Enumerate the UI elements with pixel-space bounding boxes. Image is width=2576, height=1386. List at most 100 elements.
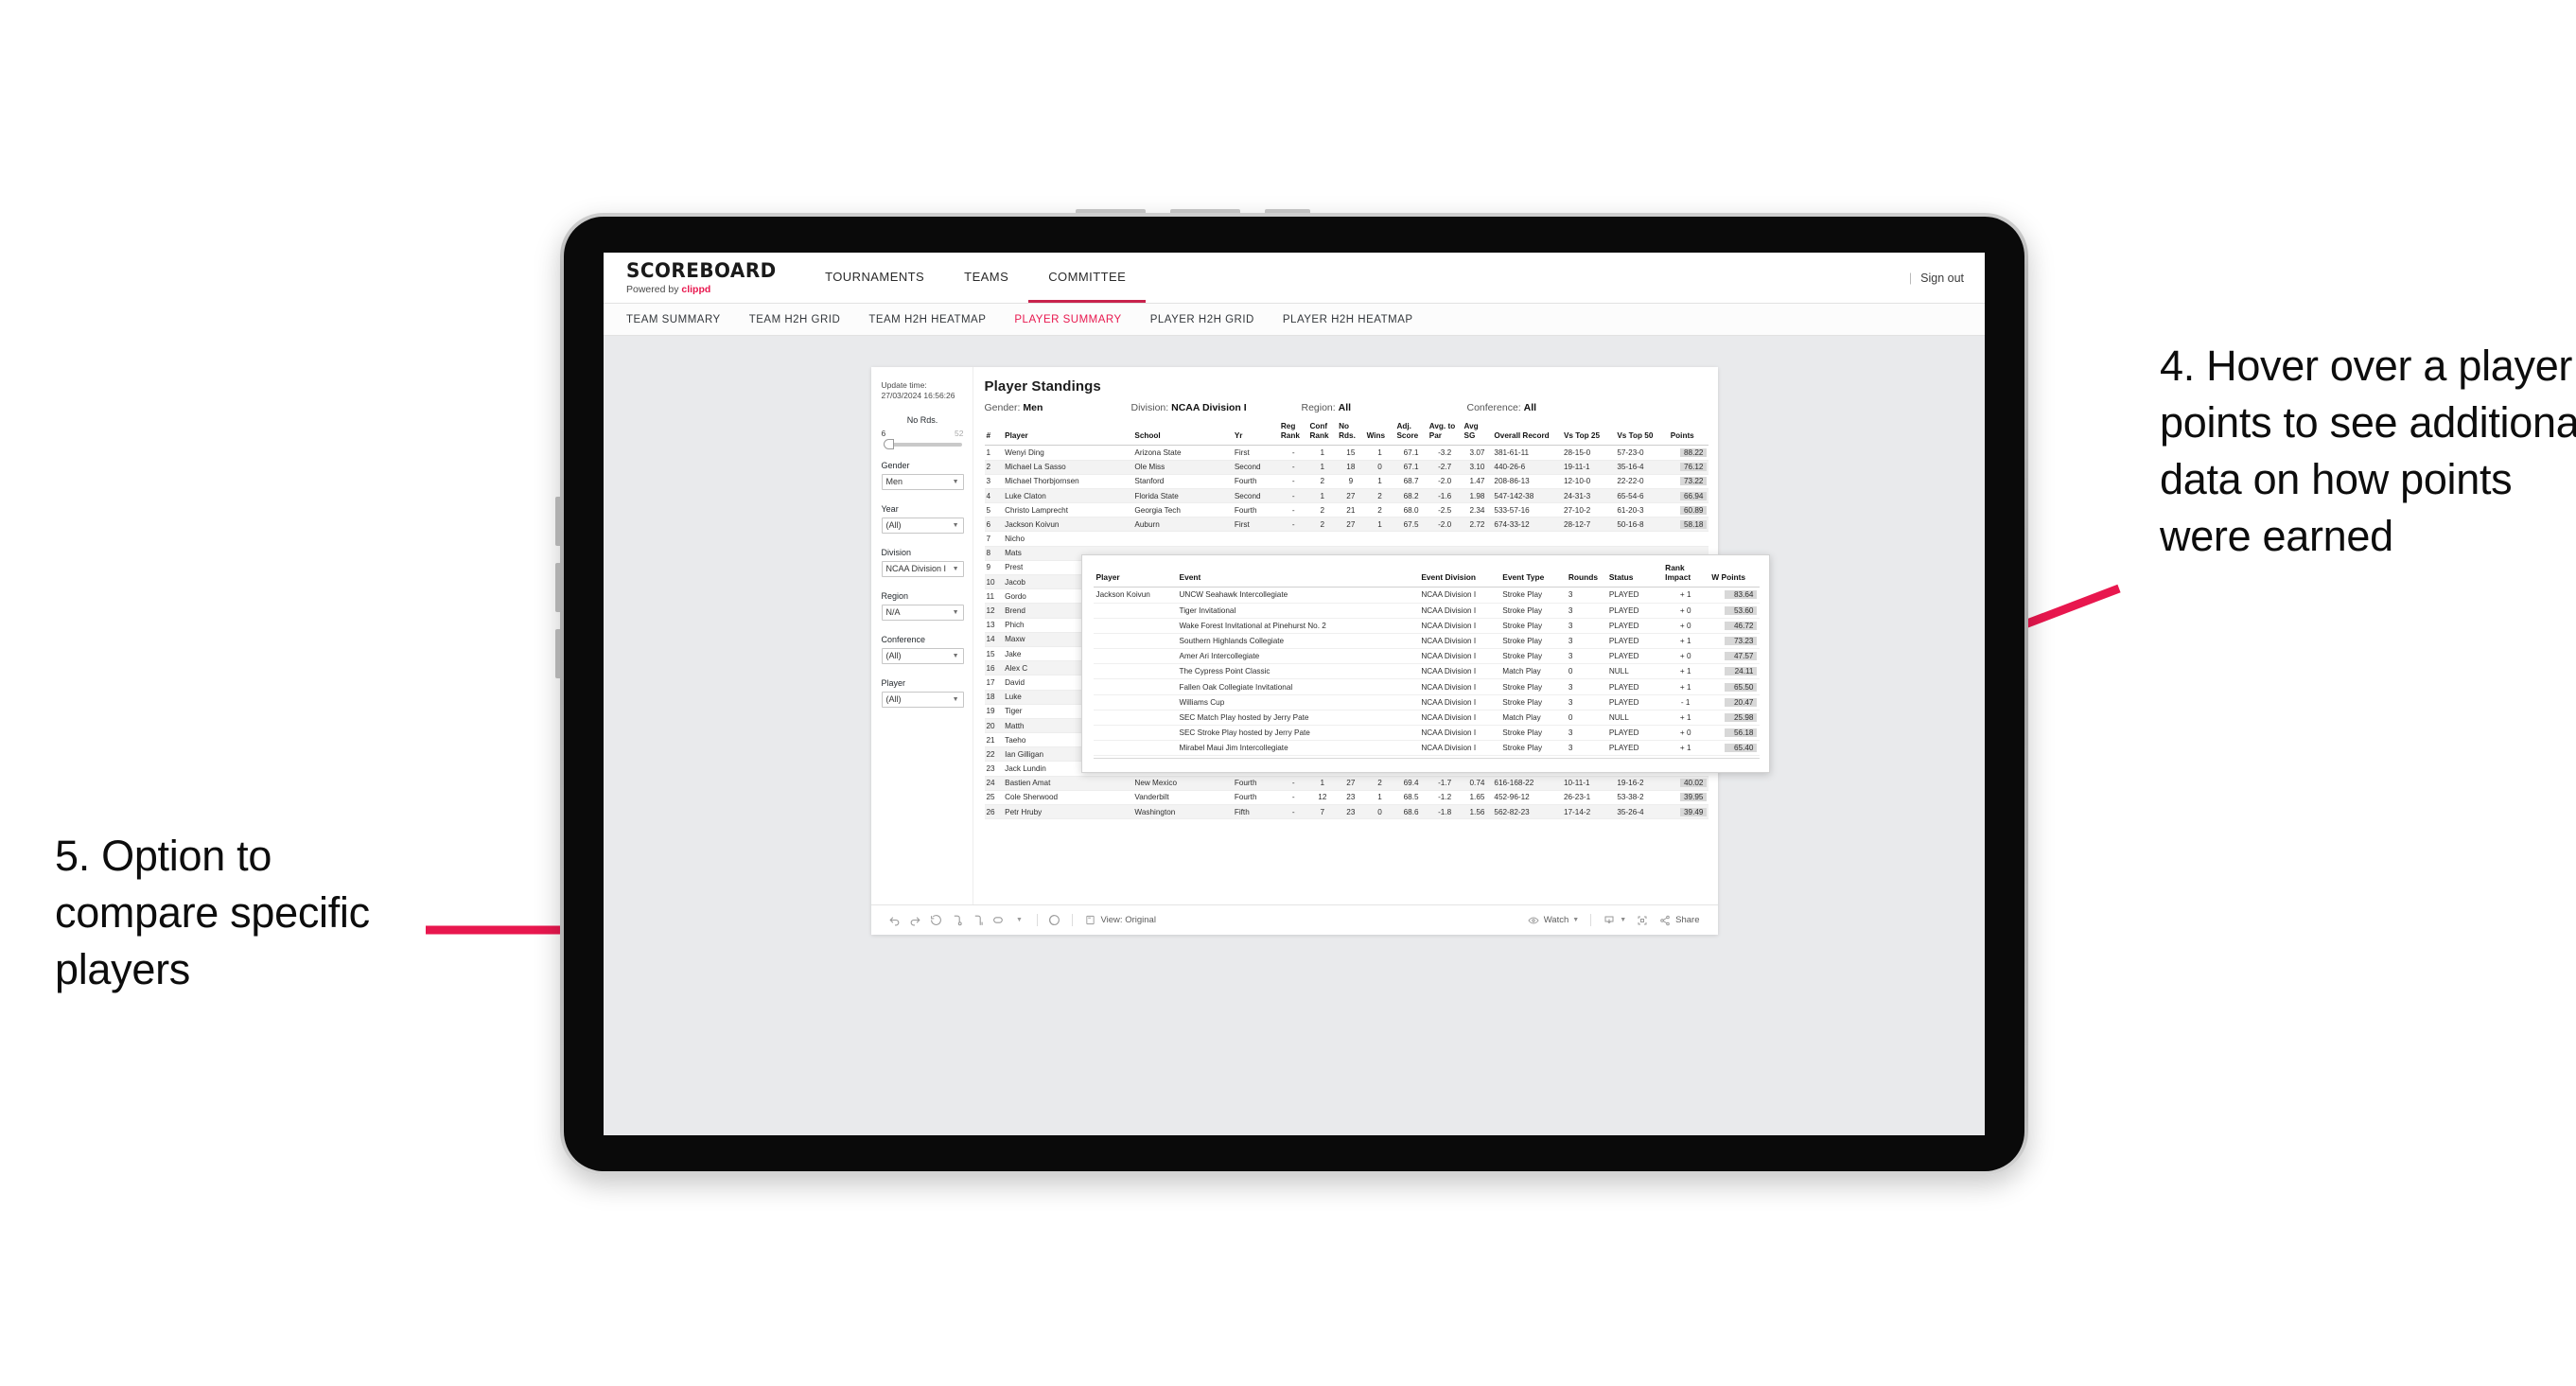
revert-icon[interactable]	[926, 910, 947, 931]
table-cell[interactable]: 58.18	[1668, 517, 1709, 533]
share-button[interactable]: Share	[1654, 910, 1704, 931]
scoreboard-app: SCOREBOARD Powered by clippd TOURNAMENTS…	[604, 253, 1985, 1135]
table-row[interactable]: 26 Petr Hruby Washington Fifth -7 23 0 68.6 -1.8…	[984, 804, 1709, 820]
th-avg-sg[interactable]: Avg SG	[1462, 422, 1493, 447]
player-select[interactable]: (All) ▼	[881, 691, 964, 708]
power-button[interactable]	[1265, 209, 1310, 213]
th-school[interactable]: School	[1132, 422, 1233, 447]
th-adj-score[interactable]: Adj. Score	[1394, 422, 1428, 447]
download-button[interactable]: ▼	[1598, 910, 1631, 931]
table-cell: 23	[984, 761, 1004, 777]
gender-select[interactable]: Men ▼	[881, 473, 964, 490]
pause-updates-icon[interactable]	[968, 910, 989, 931]
points-value[interactable]: 58.18	[1679, 519, 1707, 529]
tooltip-cell: PLAYED	[1605, 633, 1663, 650]
table-cell: 1	[1364, 517, 1395, 533]
division-select[interactable]: NCAA Division I ▼	[881, 560, 964, 577]
tab-player-h2h-heatmap[interactable]: PLAYER H2H HEATMAP	[1283, 314, 1413, 325]
table-cell[interactable]: 39.95	[1668, 790, 1709, 806]
table-row[interactable]: 5 Christo Lamprecht Georgia Tech Fourth -2 21…	[984, 502, 1709, 518]
table-cell[interactable]	[1668, 531, 1709, 547]
sign-out-link[interactable]: Sign out	[1920, 272, 1964, 285]
tab-player-summary[interactable]: PLAYER SUMMARY	[1014, 314, 1121, 325]
th-overall-record[interactable]: Overall Record	[1492, 422, 1562, 447]
tab-team-h2h-grid[interactable]: TEAM H2H GRID	[749, 314, 841, 325]
no-rds-slider[interactable]	[883, 438, 962, 449]
table-cell: Second	[1232, 460, 1279, 475]
points-value[interactable]: 88.22	[1679, 447, 1707, 457]
tooltip-row: Mirabel Maui Jim Intercollegiate NCAA Div…	[1093, 740, 1760, 757]
nav-teams[interactable]: TEAMS	[944, 253, 1028, 303]
points-value[interactable]: 66.94	[1679, 491, 1707, 500]
points-value[interactable]: 60.89	[1679, 505, 1707, 515]
highlight-icon[interactable]	[1044, 910, 1065, 931]
table-cell	[1307, 531, 1338, 547]
table-cell[interactable]: 60.89	[1668, 502, 1709, 518]
points-value[interactable]: 40.02	[1679, 779, 1707, 788]
th-no-rds[interactable]: No Rds.	[1337, 422, 1365, 447]
points-value[interactable]: 39.49	[1679, 807, 1707, 816]
filter-region: Region N/A ▼	[881, 591, 964, 621]
th-vs-top-50[interactable]: Vs Top 50	[1615, 422, 1669, 447]
th-conf-rank[interactable]: Conf Rank	[1307, 422, 1338, 447]
watch-button[interactable]: Watch ▼	[1522, 910, 1585, 931]
brand-logo[interactable]: SCOREBOARD Powered by clippd	[604, 253, 805, 303]
table-cell: Wenyi Ding	[1003, 445, 1133, 461]
tooltip-cell: 24.11	[1709, 663, 1760, 680]
table-cell: 68.6	[1394, 804, 1428, 820]
tooltip-row: Tiger Invitational NCAA Division I Stroke …	[1093, 603, 1760, 619]
subscribe-icon[interactable]	[989, 910, 1009, 931]
fullscreen-button[interactable]	[1631, 910, 1654, 931]
table-cell[interactable]: 76.12	[1668, 460, 1709, 475]
th-vs-top-25[interactable]: Vs Top 25	[1561, 422, 1616, 447]
filter-division: Division NCAA Division I ▼	[881, 548, 964, 577]
tab-team-h2h-heatmap[interactable]: TEAM H2H HEATMAP	[868, 314, 986, 325]
table-row[interactable]: 3 Michael Thorbjornsen Stanford Fourth -2 9 1 6…	[984, 474, 1709, 489]
slider-handle[interactable]	[883, 438, 894, 449]
table-cell[interactable]: 66.94	[1668, 488, 1709, 504]
table-cell[interactable]: 40.02	[1668, 776, 1709, 791]
clippd-brand: clippd	[681, 283, 711, 295]
refresh-data-icon[interactable]	[947, 910, 968, 931]
th-points[interactable]: Points	[1668, 422, 1709, 447]
th-yr[interactable]: Yr	[1232, 422, 1279, 447]
table-row[interactable]: 6 Jackson Koivun Auburn First -2 27 1 67.5 -2.0 2…	[984, 517, 1709, 533]
table-cell[interactable]: 39.49	[1668, 804, 1709, 820]
header-divider: |	[1908, 271, 1913, 285]
table-row[interactable]: 7 Nicho	[984, 531, 1709, 547]
volume-up-button[interactable]	[555, 497, 560, 546]
region-select[interactable]: N/A ▼	[881, 604, 964, 621]
nav-tournaments[interactable]: TOURNAMENTS	[805, 253, 944, 303]
points-value[interactable]: 39.95	[1679, 793, 1707, 802]
points-value[interactable]: 73.22	[1679, 477, 1707, 486]
tooltip-cell: + 1	[1662, 740, 1709, 757]
th-rank[interactable]: #	[984, 422, 1004, 447]
tooltip-cell: Tiger Invitational	[1176, 603, 1419, 619]
volume-down-button[interactable]	[555, 563, 560, 612]
update-time-label: Update time:	[881, 380, 927, 390]
table-cell: 2	[984, 460, 1004, 475]
points-value[interactable]: 76.12	[1679, 463, 1707, 472]
year-select[interactable]: (All) ▼	[881, 517, 964, 534]
table-cell[interactable]: 73.22	[1668, 474, 1709, 489]
chevron-down-icon[interactable]: ▼	[1009, 910, 1030, 931]
tab-player-h2h-grid[interactable]: PLAYER H2H GRID	[1150, 314, 1254, 325]
redo-icon[interactable]	[905, 910, 926, 931]
th-wins[interactable]: Wins	[1364, 422, 1395, 447]
table-row[interactable]: 2 Michael La Sasso Ole Miss Second -1 18 0 67.1…	[984, 460, 1709, 475]
tab-team-summary[interactable]: TEAM SUMMARY	[626, 314, 721, 325]
table-row[interactable]: 25 Cole Sherwood Vanderbilt Fourth -12 23 1 68.…	[984, 790, 1709, 806]
th-reg-rank[interactable]: Reg Rank	[1278, 422, 1308, 447]
mute-button[interactable]	[555, 629, 560, 678]
th-player[interactable]: Player	[1003, 422, 1133, 447]
conference-select[interactable]: (All) ▼	[881, 647, 964, 664]
table-cell[interactable]: 88.22	[1668, 445, 1709, 461]
undo-icon[interactable]	[885, 910, 905, 931]
nav-committee[interactable]: COMMITTEE	[1028, 253, 1147, 303]
table-row[interactable]: 4 Luke Claton Florida State Second -1 27 2 68.2…	[984, 488, 1709, 504]
table-row[interactable]: 24 Bastien Amat New Mexico Fourth -1 27 2 69.4-…	[984, 776, 1709, 791]
th-avg-to-par[interactable]: Avg. to Par	[1427, 422, 1463, 447]
tooltip-cell: 65.40	[1709, 740, 1760, 757]
table-row[interactable]: 1 Wenyi Ding Arizona State First -1 15 1 67.1 -3…	[984, 445, 1709, 461]
view-original-button[interactable]: View: Original	[1079, 910, 1161, 931]
